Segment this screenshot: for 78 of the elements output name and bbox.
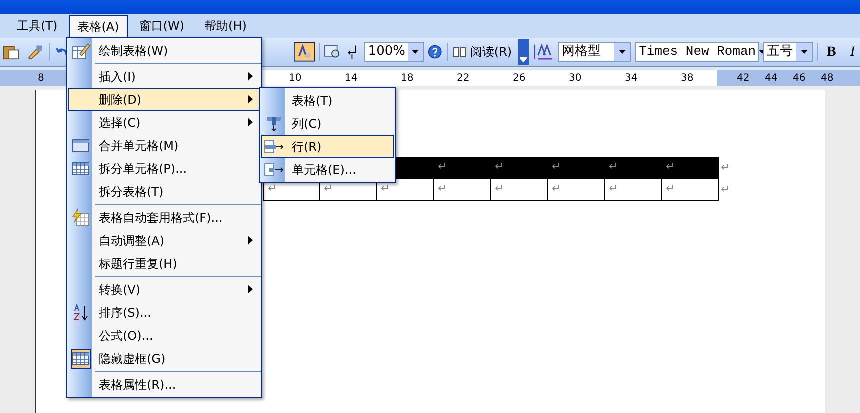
- menu-item[interactable]: 公式(O)...: [68, 324, 260, 347]
- zoom-dropdown[interactable]: 100%: [364, 42, 424, 62]
- menu-item[interactable]: 表格(A): [68, 15, 128, 37]
- ruler-number: 38: [681, 72, 694, 86]
- table-cell: ↵: [548, 157, 605, 179]
- autoformat-icon: [72, 208, 90, 226]
- table-cell: ↵: [377, 179, 434, 201]
- menu-item[interactable]: 绘制表格(W): [68, 39, 260, 62]
- font-size-dropdown[interactable]: 五号: [763, 42, 814, 62]
- table-cell: ↵: [434, 179, 491, 201]
- table-cell: ↵: [605, 157, 662, 179]
- table-grid-icon: [72, 160, 90, 176]
- row-end-mark: ↵: [720, 182, 730, 198]
- submenu-arrow-icon: [248, 95, 253, 104]
- menu-item[interactable]: 单元格(E)...: [261, 158, 394, 181]
- ruler-number: 26: [513, 72, 526, 86]
- toolbar-options-chevron[interactable]: [518, 39, 529, 65]
- row-end-mark: ↵: [720, 160, 730, 176]
- submenu-arrow-icon: [248, 236, 253, 245]
- table-cell: ↵: [548, 179, 605, 201]
- menu-item[interactable]: 表格(T): [261, 89, 394, 112]
- ruler-number: 8: [38, 72, 44, 86]
- delete-cell-icon: [264, 162, 284, 178]
- menu-item[interactable]: 列(C): [261, 112, 394, 135]
- style-dropdown[interactable]: 网格型: [558, 42, 632, 62]
- menu-item[interactable]: 自动调整(A): [68, 229, 260, 252]
- text-direction-icon[interactable]: [294, 41, 316, 63]
- ruler-number: 18: [401, 72, 414, 86]
- menu-item[interactable]: 删除(D): [68, 88, 260, 111]
- menu-item[interactable]: 表格自动套用格式(F)...: [68, 206, 260, 229]
- book-icon: [453, 46, 468, 58]
- italic-button[interactable]: I: [845, 42, 860, 62]
- menu-item[interactable]: 表格属性(R)...: [68, 373, 260, 396]
- table-cell: ↵: [434, 157, 491, 179]
- table-cell: ↵: [491, 179, 548, 201]
- menu-item[interactable]: 行(R): [261, 135, 394, 158]
- submenu-arrow-icon: [248, 118, 253, 127]
- styles-icon[interactable]: [532, 42, 554, 62]
- ruler-number: 42: [737, 72, 750, 86]
- menu-item[interactable]: 标题行重复(H): [68, 252, 260, 275]
- menu-item[interactable]: 拆分表格(T): [68, 180, 260, 203]
- ruler-number: 46: [793, 72, 806, 86]
- sort-icon: [72, 304, 90, 322]
- ruler-number: 34: [625, 72, 638, 86]
- table-cell: ↵: [662, 179, 719, 201]
- dropdown-caret-icon: [618, 50, 626, 54]
- menu-item[interactable]: 排序(S)...: [68, 301, 260, 324]
- merge-cells-icon: [72, 138, 90, 154]
- table-cell: ↵: [662, 157, 719, 179]
- menu-item[interactable]: 隐藏虚框(G): [68, 347, 260, 370]
- ruler-number: 44: [765, 72, 778, 86]
- menu-item[interactable]: 转换(V): [68, 278, 260, 301]
- menu-item[interactable]: 窗口(W): [130, 15, 194, 37]
- ruler-number: 22: [457, 72, 470, 86]
- menu-item[interactable]: 插入(I): [68, 65, 260, 88]
- dropdown-caret-icon: [412, 50, 420, 54]
- ruler-number: 14: [345, 72, 358, 86]
- dropdown-caret-icon: [800, 50, 808, 54]
- menu-item[interactable]: 工具(T): [8, 15, 67, 37]
- delete-row-icon: [264, 138, 284, 154]
- submenu-arrow-icon: [248, 72, 253, 81]
- format-painter-icon[interactable]: [26, 43, 44, 61]
- delete-column-icon: [265, 114, 283, 132]
- menu-item[interactable]: 选择(C): [68, 111, 260, 134]
- ruler-number: 30: [569, 72, 582, 86]
- read-button[interactable]: 阅读(R): [451, 43, 514, 61]
- ruler-number: 48: [821, 72, 834, 86]
- submenu-arrow-icon: [248, 285, 253, 294]
- pencil-table-icon: [72, 42, 90, 60]
- menu-item[interactable]: 合并单元格(M): [68, 134, 260, 157]
- paste-icon[interactable]: [2, 43, 22, 61]
- bold-button[interactable]: B: [822, 42, 842, 62]
- menu-item[interactable]: 帮助(H): [196, 15, 256, 37]
- table-cell: ↵: [491, 157, 548, 179]
- ruler-number: 10: [289, 72, 302, 86]
- help-icon[interactable]: [428, 44, 442, 60]
- menu-item[interactable]: 拆分单元格(P)...: [68, 157, 260, 180]
- table-cell: ↵: [605, 179, 662, 201]
